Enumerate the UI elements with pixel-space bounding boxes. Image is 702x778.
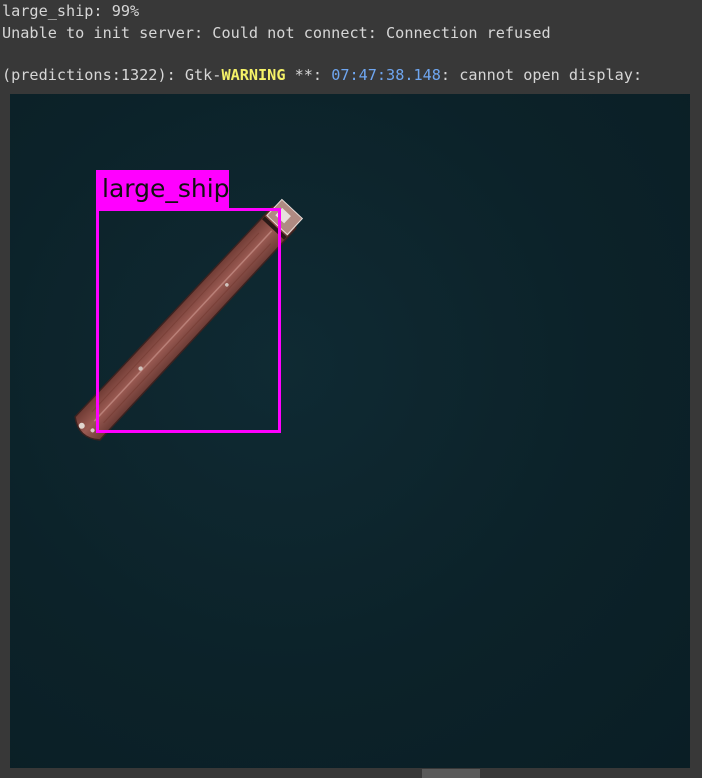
gtk-prefix: (predictions:1322): Gtk- (2, 66, 222, 84)
warning-timestamp: 07:47:38.148 (331, 66, 441, 84)
detection-label: large_ship (96, 170, 230, 208)
output-line-server-error: Unable to init server: Could not connect… (2, 24, 551, 42)
horizontal-scrollbar-thumb[interactable] (422, 769, 480, 778)
warning-keyword: WARNING (221, 66, 286, 84)
bounding-box (96, 208, 281, 433)
output-line-gtk-warning: (predictions:1322): Gtk-WARNING **: 07:4… (2, 64, 642, 86)
gtk-message: : cannot open display: (440, 66, 643, 84)
cell-output-area: large_ship: 99% Unable to init server: C… (0, 0, 702, 778)
detection-image: large_ship (10, 94, 690, 768)
gtk-separator: **: (285, 66, 332, 84)
output-line-prediction: large_ship: 99% (2, 2, 140, 20)
